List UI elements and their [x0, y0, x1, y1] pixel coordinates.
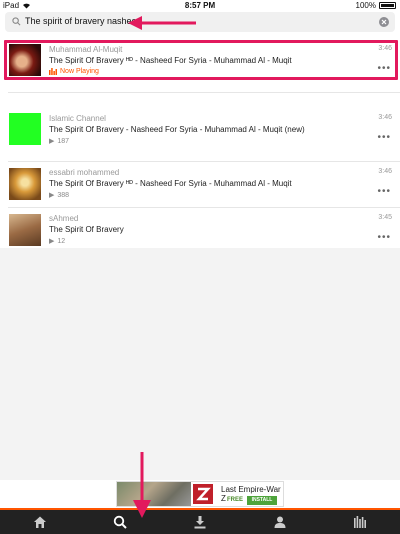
divider — [8, 161, 400, 162]
search-bar[interactable]: The spirit of bravery nasheed — [5, 12, 395, 32]
search-icon — [12, 17, 21, 26]
divider — [8, 207, 400, 208]
annotation-arrow-down — [133, 452, 151, 518]
ad-install-button[interactable]: INSTALL — [247, 496, 277, 505]
search-input[interactable]: The spirit of bravery nasheed — [25, 16, 142, 26]
play-count: ▶ 12 — [49, 237, 66, 246]
list-item[interactable]: sAhmed The Spirit Of Bravery ▶ 12 3:45 •… — [0, 200, 400, 254]
battery-icon — [379, 2, 396, 9]
profile-icon — [274, 516, 286, 528]
tab-profile[interactable] — [240, 510, 320, 534]
more-options-icon[interactable]: ••• — [377, 186, 391, 197]
play-icon: ▶ — [49, 238, 55, 245]
list-item[interactable]: essabri mohammed The Spirit Of Bravery ᴴ… — [0, 146, 400, 200]
annotation-arrow-left — [128, 16, 196, 30]
list-item[interactable]: Islamic Channel The Spirit Of Bravery - … — [0, 92, 400, 146]
home-icon — [34, 516, 46, 528]
more-options-icon[interactable]: ••• — [377, 132, 391, 143]
track-duration: 3:46 — [378, 168, 392, 175]
play-count: ▶ 388 — [49, 191, 70, 200]
track-title: The Spirit Of Bravery — [49, 225, 124, 234]
ad-app-logo — [193, 484, 213, 504]
play-icon: ▶ — [49, 138, 55, 145]
status-time: 8:57 PM — [184, 1, 216, 10]
track-author: essabri mohammed — [49, 168, 120, 177]
track-title: The Spirit Of Bravery - Nasheed For Syri… — [49, 125, 305, 134]
tab-bar — [0, 508, 400, 534]
tab-home[interactable] — [0, 510, 80, 534]
more-options-icon[interactable]: ••• — [377, 232, 391, 243]
ad-image — [117, 482, 191, 506]
play-count: ▶ 187 — [49, 137, 70, 146]
tab-downloads[interactable] — [160, 510, 240, 534]
play-count-value: 187 — [57, 137, 70, 145]
track-title: The Spirit Of Bravery ᴴᴰ - Nasheed For S… — [49, 179, 292, 188]
annotation-highlight-box — [4, 40, 398, 80]
ad-price: FREE — [227, 497, 244, 503]
empty-area — [0, 248, 400, 480]
track-artwork — [9, 168, 41, 200]
track-author: sAhmed — [49, 214, 79, 223]
track-duration: 3:45 — [378, 214, 392, 221]
play-count-value: 388 — [57, 191, 70, 199]
track-artwork — [9, 113, 41, 145]
library-icon — [354, 516, 366, 528]
battery-percent: 100% — [355, 1, 376, 10]
clear-search-icon[interactable] — [379, 17, 389, 27]
status-bar: iPad 8:57 PM 100% — [0, 0, 400, 12]
search-icon — [113, 515, 127, 529]
play-count-value: 12 — [57, 237, 66, 245]
tab-library[interactable] — [320, 510, 400, 534]
track-author: Islamic Channel — [49, 114, 106, 123]
play-icon: ▶ — [49, 192, 55, 199]
track-duration: 3:46 — [378, 114, 392, 121]
track-artwork — [9, 214, 41, 246]
download-icon — [194, 516, 206, 529]
divider — [8, 92, 400, 93]
